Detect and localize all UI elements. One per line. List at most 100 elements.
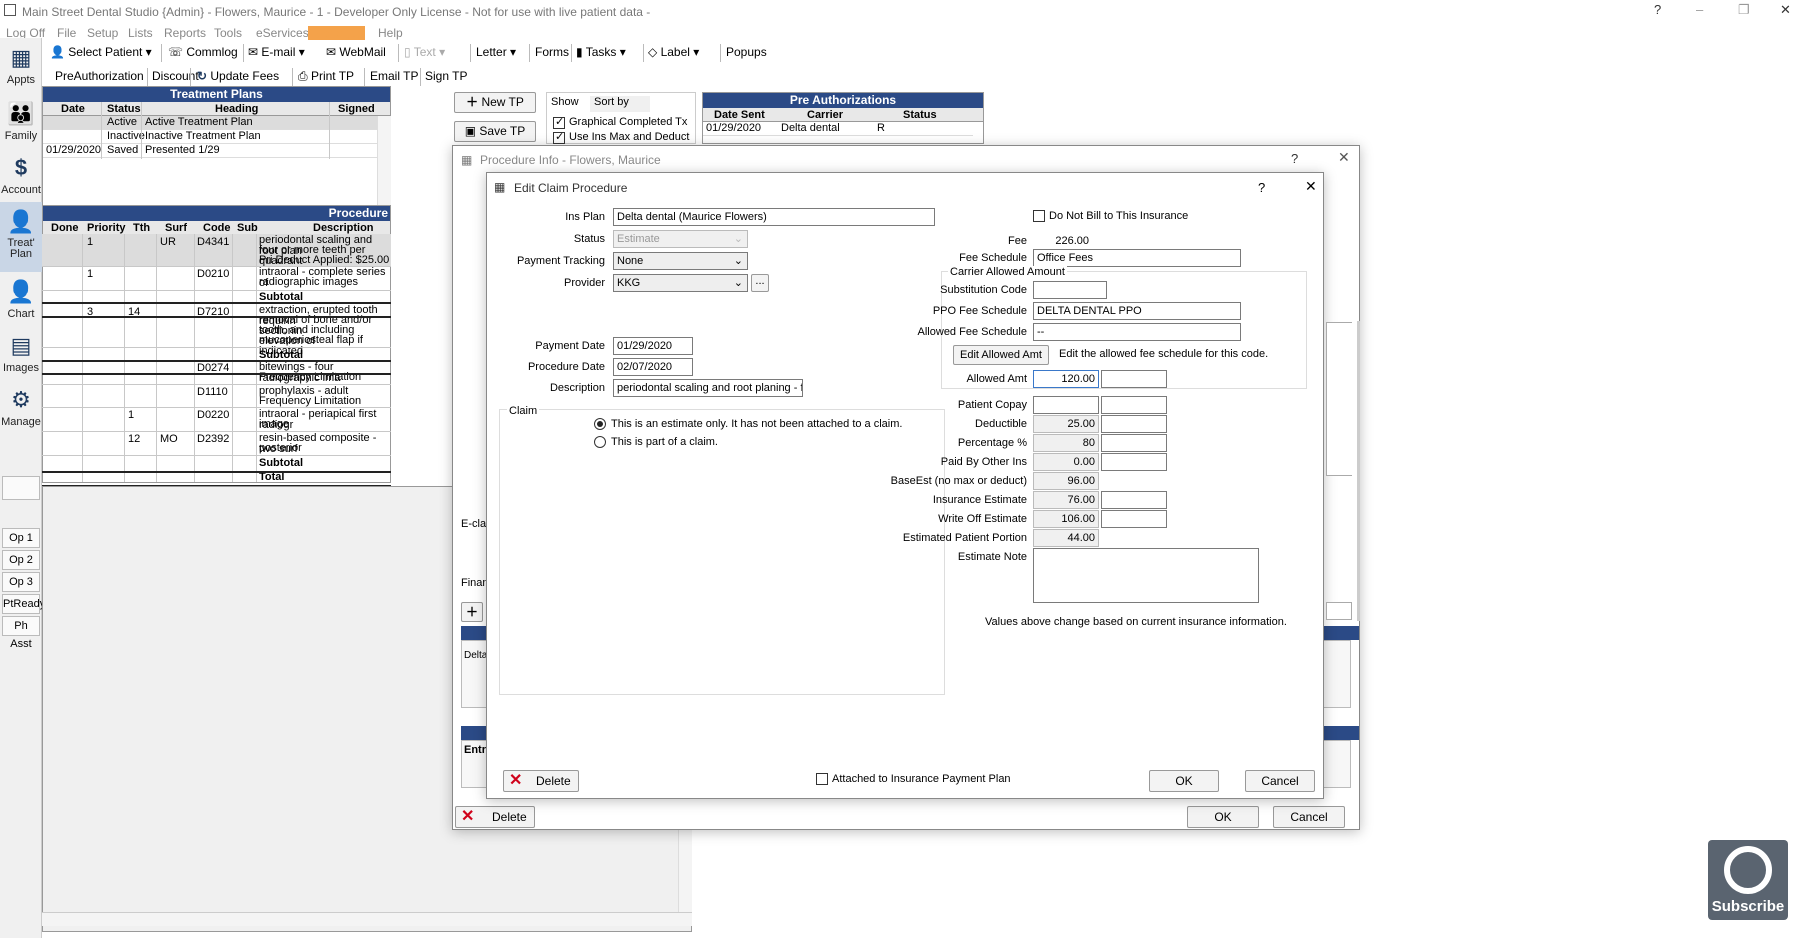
menu-lists[interactable]: Lists (128, 26, 153, 40)
paid-other-ins-override-field[interactable] (1101, 453, 1167, 471)
webmail-button[interactable]: ✉ WebMail (326, 45, 386, 59)
restore-button[interactable]: ❐ (1738, 2, 1750, 18)
horizontal-scrollbar[interactable] (42, 912, 692, 926)
substitution-code-field[interactable] (1033, 281, 1107, 299)
table-row[interactable]: 01/29/2020 Saved Presented 1/29 (43, 144, 378, 158)
letter-button[interactable]: Letter ▾ (476, 45, 516, 59)
add-button[interactable]: ＋ (461, 602, 483, 622)
description-field[interactable]: periodontal scaling and root planing - f… (613, 379, 803, 397)
email-button[interactable]: ✉ E-mail ▾ (248, 45, 305, 59)
status-select[interactable]: Estimate ⌄ (613, 230, 748, 248)
procedures-body: 1 UR D4341 periodontal scaling and root … (42, 234, 391, 482)
tasks-button[interactable]: ▮ Tasks ▾ (576, 45, 626, 59)
table-row[interactable]: 01/29/2020 Delta dental R (703, 122, 973, 136)
discount-button[interactable]: Discount (152, 69, 199, 83)
nav-account[interactable]: $ Account (0, 148, 42, 210)
op-2[interactable]: Op 2 (2, 550, 40, 570)
percentage-field[interactable]: 80 (1033, 434, 1099, 452)
deductible-override-field[interactable] (1101, 415, 1167, 433)
help-button[interactable]: ? (1654, 2, 1661, 17)
patient-copay-field[interactable] (1033, 396, 1099, 414)
menu-tools[interactable]: Tools (214, 26, 242, 40)
ecp-help-button[interactable]: ? (1258, 180, 1265, 195)
nav-treat-plan[interactable]: 👤 Treat' Plan (0, 202, 42, 272)
ecp-ok-button[interactable]: OK (1149, 770, 1219, 792)
allowed-amt-override-field[interactable] (1101, 370, 1167, 388)
provider-select[interactable]: KKG ⌄ (613, 274, 748, 292)
menu-file[interactable]: File (57, 26, 76, 40)
nav-images[interactable]: ▤ Images (0, 326, 42, 388)
procedure-info-close-icon[interactable]: ✕ (1338, 149, 1350, 166)
save-tp-button[interactable]: ▣ Save TP (454, 121, 536, 142)
forms-button[interactable]: Forms (535, 45, 569, 59)
commlog-button[interactable]: ☏ Commlog (168, 45, 238, 59)
separator (243, 44, 244, 62)
procedure-info-delete-button[interactable]: ✕ Delete (455, 806, 535, 828)
patient-copay-override-field[interactable] (1101, 396, 1167, 414)
close-button[interactable]: ✕ (1780, 2, 1791, 18)
text-button[interactable]: ▯ Text ▾ (404, 45, 445, 59)
print-tp-button[interactable]: ⎙ Print TP (298, 69, 354, 84)
allowed-amt-label: Allowed Amt (966, 373, 1027, 385)
percentage-override-field[interactable] (1101, 434, 1167, 452)
nav-chart[interactable]: 👤 Chart (0, 272, 42, 334)
procedure-info-cancel-button[interactable]: Cancel (1273, 806, 1345, 828)
insurance-estimate-override-field[interactable] (1101, 491, 1167, 509)
nav-family[interactable]: 👪 Family (0, 94, 42, 156)
payment-tracking-select[interactable]: None ⌄ (613, 252, 748, 270)
popups-button[interactable]: Popups (726, 45, 767, 59)
tab-sort-by[interactable]: Sort by (590, 96, 650, 112)
nav-appts[interactable]: ▦ Appts (0, 38, 42, 100)
allowed-fee-schedule-field[interactable]: -- (1033, 323, 1241, 341)
ecp-close-icon[interactable]: ✕ (1305, 178, 1317, 195)
preauthorization-button[interactable]: PreAuthorization (55, 69, 144, 83)
claim-radio[interactable] (594, 436, 606, 448)
op-1[interactable]: Op 1 (2, 528, 40, 548)
ecp-delete-button[interactable]: ✕ Delete (503, 770, 579, 792)
nav-manage[interactable]: ⚙ Manage (0, 380, 42, 442)
email-tp-button[interactable]: Email TP (370, 69, 418, 83)
menu-reports[interactable]: Reports (164, 26, 206, 40)
payment-date-field[interactable]: 01/29/2020 (613, 337, 693, 355)
edit-allowed-amt-button[interactable]: Edit Allowed Amt (953, 345, 1049, 365)
provider-pick-button[interactable]: ... (751, 274, 769, 292)
deductible-field[interactable]: 25.00 (1033, 415, 1099, 433)
paid-other-ins-field[interactable]: 0.00 (1033, 453, 1099, 471)
procedure-info-ok-button[interactable]: OK (1187, 806, 1259, 828)
select-patient-button[interactable]: 👤 Select Patient ▾ (50, 45, 152, 59)
update-fees-button[interactable]: ↻ Update Fees (197, 69, 279, 83)
sign-tp-button[interactable]: Sign TP (425, 69, 467, 83)
ppo-fee-schedule-field[interactable]: DELTA DENTAL PPO (1033, 302, 1241, 320)
table-row[interactable]: Active Active Treatment Plan (43, 116, 378, 130)
do-not-bill-checkbox[interactable] (1033, 210, 1045, 222)
menu-help[interactable]: Help (378, 26, 403, 40)
tab-show[interactable]: Show (551, 96, 579, 108)
table-row[interactable]: Inactive Inactive Treatment Plan (43, 130, 378, 144)
procedure-date-field[interactable]: 02/07/2020 (613, 358, 693, 376)
menu-alerts[interactable]: Alerts (0) (308, 26, 365, 40)
fee-schedule-field[interactable]: Office Fees (1033, 249, 1241, 267)
allowed-amt-field[interactable]: 120.00 (1033, 370, 1099, 388)
estimate-note-field[interactable] (1033, 548, 1259, 603)
ecp-cancel-button[interactable]: Cancel (1245, 770, 1315, 792)
graphical-completed-checkbox[interactable]: ✓ (553, 116, 565, 129)
procedure-info-help-button[interactable]: ? (1291, 151, 1298, 166)
treatment-plans-scrollbar[interactable] (377, 116, 391, 210)
op-ph-asst[interactable]: Ph Asst (2, 616, 40, 650)
menu-setup[interactable]: Setup (87, 26, 118, 40)
minimize-button[interactable]: – (1696, 2, 1703, 17)
menu-eservices[interactable]: eServices (256, 26, 309, 40)
ins-plan-field[interactable]: Delta dental (Maurice Flowers) (613, 208, 935, 226)
use-ins-max-checkbox[interactable]: ✓ (553, 131, 565, 144)
separator (720, 44, 721, 62)
op-ptready[interactable]: PtReady (2, 594, 45, 614)
op-blank[interactable] (2, 476, 40, 500)
estimated-patient-portion-field: 44.00 (1033, 529, 1099, 547)
label-button[interactable]: ◇ Label ▾ (648, 45, 699, 59)
subscribe-badge[interactable]: Subscribe (1708, 840, 1788, 920)
write-off-estimate-override-field[interactable] (1101, 510, 1167, 528)
new-tp-button[interactable]: ＋ New TP (454, 92, 536, 113)
estimate-radio[interactable] (594, 418, 606, 430)
attached-payment-plan-checkbox[interactable] (816, 773, 828, 785)
op-3[interactable]: Op 3 (2, 572, 40, 592)
